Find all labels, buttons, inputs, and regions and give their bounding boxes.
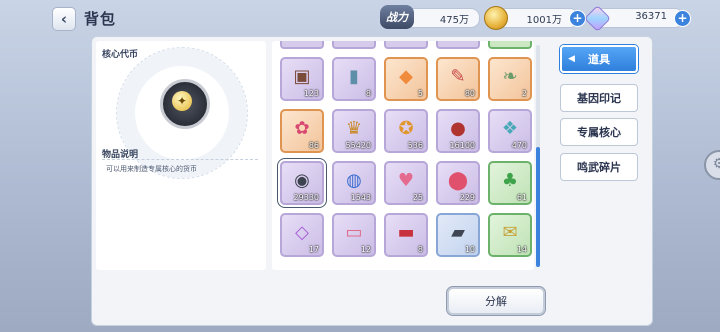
tab-label: 基因印记 — [577, 92, 621, 105]
core-token-icon: ◉ — [294, 170, 310, 191]
partial-item[interactable] — [280, 41, 324, 49]
item-count: 55420 — [345, 141, 371, 150]
divider — [102, 159, 258, 161]
page-title: 背包 — [84, 10, 117, 28]
leaf-badge-icon: ❧ — [502, 66, 518, 87]
item-count: 61 — [516, 193, 527, 202]
gem-icon — [584, 5, 611, 32]
coin-display: 1001万 + — [484, 6, 586, 30]
tab-gene-imprint[interactable]: 基因印记 — [560, 84, 638, 112]
red-seal-icon: ● — [450, 118, 466, 139]
coin-icon — [484, 6, 508, 30]
purple-gem-icon: ◇ — [295, 222, 309, 243]
power-label: 战力 — [380, 5, 414, 29]
item-slot-ticket-heart[interactable]: ♥ 25 — [384, 161, 428, 205]
core-token-icon: ✦ — [160, 79, 210, 129]
item-slot-orange-crystal[interactable]: ◆ 5 — [384, 57, 428, 101]
item-slot-red-box[interactable]: ▬ 8 — [384, 213, 428, 257]
item-count: 17 — [308, 245, 319, 254]
cube-pack-icon: ❖ — [501, 118, 519, 139]
item-detail-panel: 核心代币 ✦ 物品说明 可以用来制造专属核心的货币 — [96, 41, 266, 270]
item-slot-purple-gem[interactable]: ◇ 17 — [280, 213, 324, 257]
item-count: 8 — [417, 245, 423, 254]
item-slot-cube-pack[interactable]: ❖ 470 — [488, 109, 532, 153]
item-count: 86 — [308, 141, 319, 150]
gem-display: 36371 + — [584, 5, 691, 32]
partial-item[interactable] — [332, 41, 376, 49]
pink-coin-icon: ⬤ — [447, 170, 469, 191]
tab-items[interactable]: ◀ 道具 — [560, 45, 638, 73]
chevron-left-icon: ‹ — [60, 10, 68, 28]
medal-icon: ✪ — [398, 118, 414, 139]
tab-label: 鸣武碎片 — [577, 161, 621, 174]
item-slot-pink-ribbon[interactable]: ✿ 86 — [280, 109, 324, 153]
orange-crystal-icon: ◆ — [399, 66, 413, 87]
item-slot-clover[interactable]: ♣ 61 — [488, 161, 532, 205]
item-count: 10 — [464, 245, 475, 254]
item-count: 14 — [516, 245, 527, 254]
power-value: 475万 — [439, 15, 469, 26]
tab-exclusive-core[interactable]: 专属核心 — [560, 118, 638, 146]
decompose-button[interactable]: 分解 — [446, 286, 546, 316]
partial-item[interactable] — [436, 41, 480, 49]
trophy-icon: ♛ — [345, 118, 363, 139]
item-count: 8 — [365, 89, 371, 98]
item-slot-pink-coin[interactable]: ⬤ 229 — [436, 161, 480, 205]
back-button[interactable]: ‹ — [52, 7, 76, 31]
item-slot-battery[interactable]: ▮ 8 — [332, 57, 376, 101]
item-count: 25 — [412, 193, 423, 202]
candy-cane-icon: ✎ — [450, 66, 466, 87]
gem-value: 36371 — [635, 11, 667, 22]
top-bar: ‹ 背包 战力 475万 1001万 + 36371 + — [0, 0, 720, 36]
pink-ticket-icon: ▭ — [345, 222, 363, 243]
tab-weapon-fragments[interactable]: 鸣武碎片 — [560, 153, 638, 181]
item-count: 80 — [464, 89, 475, 98]
item-name: 核心代币 — [102, 50, 139, 60]
grid-scrollbar[interactable] — [536, 45, 540, 267]
power-display: 战力 475万 — [380, 5, 480, 29]
item-count: 2 — [521, 89, 527, 98]
item-slot-blue-orb[interactable]: ◍ 1543 — [332, 161, 376, 205]
item-slot-gold-ticket[interactable]: ✉ 14 — [488, 213, 532, 257]
item-slot-core-token[interactable]: ◉ 29330 — [280, 161, 324, 205]
blue-orb-icon: ◍ — [346, 170, 362, 191]
item-count: 16100 — [449, 141, 475, 150]
item-count: 12 — [360, 245, 371, 254]
pink-ribbon-icon: ✿ — [294, 118, 310, 139]
item-slot-pink-ticket[interactable]: ▭ 12 — [332, 213, 376, 257]
item-count: 5 — [417, 89, 423, 98]
partial-item[interactable] — [488, 41, 532, 49]
item-slot-chip[interactable]: ▣ 123 — [280, 57, 324, 101]
gear-icon: ⚙ — [704, 150, 720, 180]
clover-icon: ♣ — [501, 170, 519, 191]
item-count: 536 — [407, 141, 423, 150]
scroll-thumb[interactable] — [536, 147, 540, 267]
item-slot-leaf-badge[interactable]: ❧ 2 — [488, 57, 532, 101]
item-slot-trophy[interactable]: ♛ 55420 — [332, 109, 376, 153]
description-text: 可以用来制造专属核心的货币 — [106, 165, 197, 173]
tab-label: 道具 — [588, 53, 610, 66]
add-coin-button[interactable]: + — [569, 10, 586, 27]
item-count: 29330 — [293, 193, 319, 202]
gold-ticket-icon: ✉ — [502, 222, 518, 243]
tab-label: 专属核心 — [577, 126, 621, 139]
knife-icon: ▰ — [451, 222, 465, 243]
item-slot-knife[interactable]: ▰ 10 — [436, 213, 480, 257]
item-slot-medal[interactable]: ✪ 536 — [384, 109, 428, 153]
chip-icon: ▣ — [293, 66, 311, 87]
partial-item[interactable] — [384, 41, 428, 49]
coin-value: 1001万 — [526, 15, 562, 26]
battery-icon: ▮ — [349, 66, 359, 87]
item-slot-red-seal[interactable]: ● 16100 — [436, 109, 480, 153]
item-count: 1543 — [350, 193, 371, 202]
red-box-icon: ▬ — [397, 222, 415, 243]
item-grid[interactable]: ▣ 123 ▮ 8 ◆ 5 ✎ 80 ❧ 2 ✿ 86 ♛ 55420 ✪ 536 ● 16100 ❖ 470 ◉ 293… — [272, 41, 534, 270]
item-count: 229 — [459, 193, 475, 202]
caret-left-icon: ◀ — [568, 54, 575, 64]
ticket-heart-icon: ♥ — [397, 170, 415, 191]
item-slot-candy-cane[interactable]: ✎ 80 — [436, 57, 480, 101]
add-gem-button[interactable]: + — [674, 10, 691, 27]
item-count: 470 — [511, 141, 527, 150]
item-count: 123 — [303, 89, 319, 98]
